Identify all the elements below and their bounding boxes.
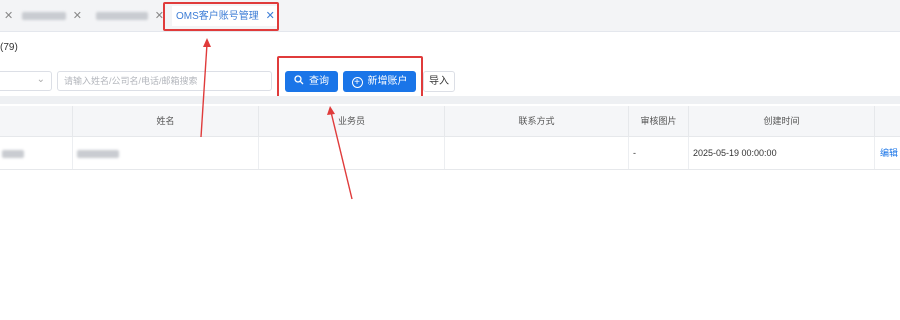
annotation-arrows	[200, 38, 353, 200]
arrow-to-buttons	[330, 111, 353, 200]
arrowhead-icon	[327, 106, 335, 115]
arrowhead-icon	[203, 38, 211, 47]
arrow-to-tab	[200, 43, 208, 138]
